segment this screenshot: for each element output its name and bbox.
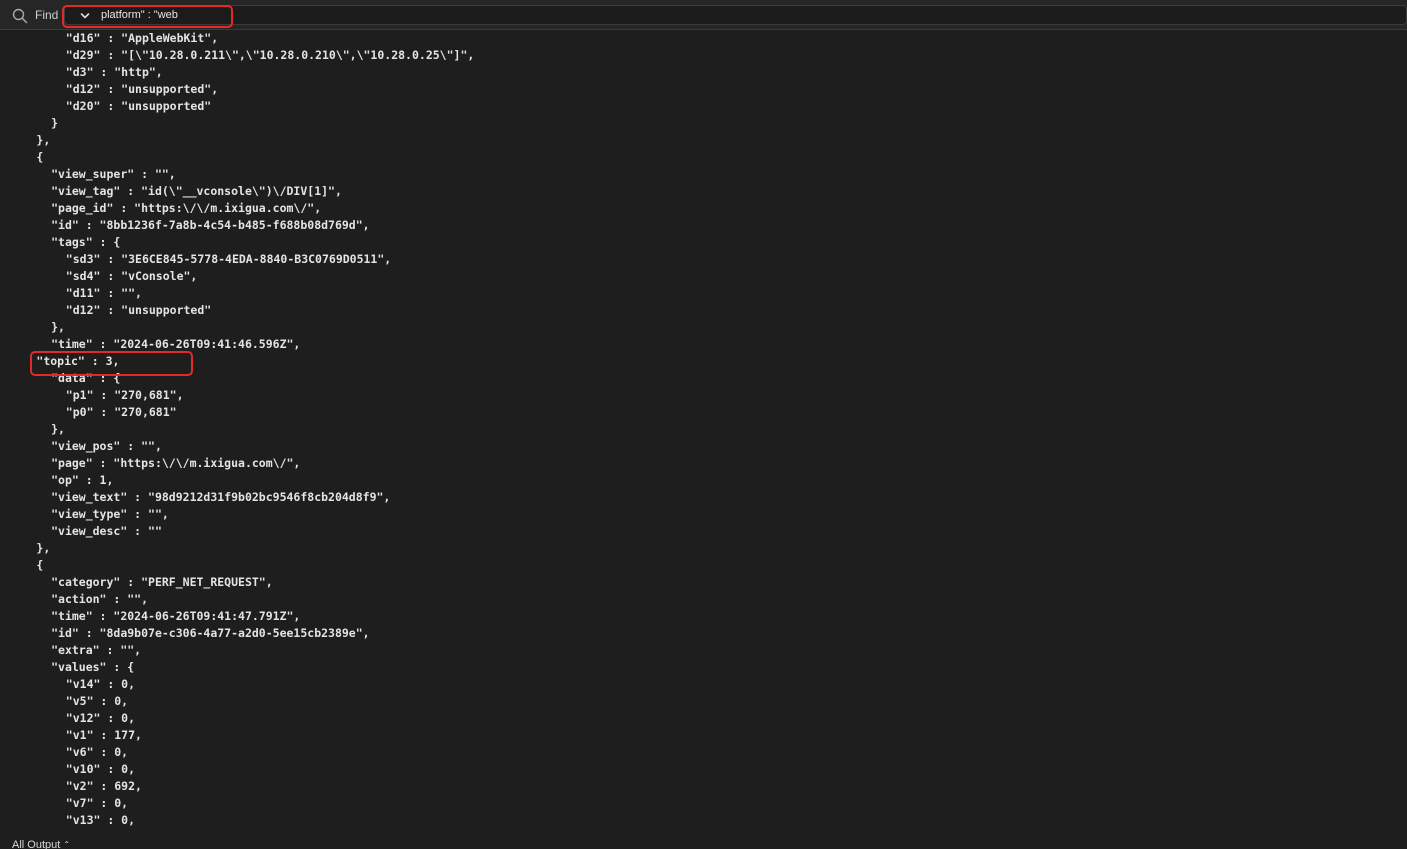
log-line: "v10" : 0, xyxy=(65,762,136,776)
log-line: "v13" : 0, xyxy=(65,813,136,827)
log-line: "v12" : 0, xyxy=(65,711,136,725)
log-line: "p1" : "270,681", xyxy=(65,388,184,402)
log-line: }, xyxy=(51,422,65,436)
find-field[interactable]: platform" : "web xyxy=(64,5,1407,25)
log-line: { xyxy=(36,558,44,572)
log-line: "topic" : 3, xyxy=(36,354,120,368)
log-line: "v5" : 0, xyxy=(65,694,129,708)
status-bar: All Output ⌃ xyxy=(0,837,1407,849)
log-line: "action" : "", xyxy=(51,592,149,606)
log-line: "d3" : "http", xyxy=(65,65,163,79)
log-line: }, xyxy=(51,320,65,334)
log-line: "d11" : "", xyxy=(65,286,142,300)
up-down-arrows-icon: ⌃ xyxy=(63,840,71,849)
log-line: }, xyxy=(36,541,51,555)
log-line: "v7" : 0, xyxy=(65,796,129,810)
log-line: } xyxy=(51,116,59,130)
output-filter-label: All Output xyxy=(12,839,61,849)
find-label: Find xyxy=(35,8,59,22)
log-line: "v6" : 0, xyxy=(65,745,129,759)
find-bar: Find platform" : "web xyxy=(0,0,1407,30)
log-line: "v2" : 692, xyxy=(65,779,142,793)
log-line: "d20" : "unsupported" xyxy=(65,99,212,113)
log-line: "page" : "https:\/\/m.ixigua.com\/", xyxy=(51,456,301,470)
log-line: "sd3" : "3E6CE845-5778-4EDA-8840-B3C0769… xyxy=(65,252,392,266)
log-line: "data" : { xyxy=(51,371,121,385)
log-line: "p0" : "270,681" xyxy=(65,405,177,419)
output-filter-select[interactable]: All Output ⌃ xyxy=(12,838,70,849)
log-line: "v1" : 177, xyxy=(65,728,142,742)
log-line: }, xyxy=(36,133,51,147)
log-line: "time" : "2024-06-26T09:41:47.791Z", xyxy=(51,609,301,623)
log-line: "view_tag" : "id(\"__vconsole\")\/DIV[1]… xyxy=(51,184,342,198)
log-line: "time" : "2024-06-26T09:41:46.596Z", xyxy=(51,337,301,351)
log-line: "values" : { xyxy=(51,660,135,674)
log-line: "view_super" : "", xyxy=(51,167,176,181)
log-line: "view_type" : "", xyxy=(51,507,169,521)
log-line: "view_desc" : "" xyxy=(51,524,162,538)
console-output[interactable]: "d16" : "AppleWebKit", "d29" : "[\"10.28.… xyxy=(0,30,1407,837)
log-line: "view_text" : "98d9212d31f9b02bc9546f8cb… xyxy=(51,490,391,504)
find-input[interactable] xyxy=(101,6,1391,24)
log-line: "tags" : { xyxy=(51,235,121,249)
log-line: "extra" : "", xyxy=(51,643,142,657)
log-line: "sd4" : "vConsole", xyxy=(65,269,198,283)
log-line: "category" : "PERF_NET_REQUEST", xyxy=(51,575,273,589)
magnifier-icon[interactable] xyxy=(12,8,28,24)
chevron-down-icon[interactable] xyxy=(79,10,91,22)
log-line: "d12" : "unsupported", xyxy=(65,82,219,96)
log-line: "id" : "8bb1236f-7a8b-4c54-b485-f688b08d… xyxy=(51,218,370,232)
log-line: "v14" : 0, xyxy=(65,677,136,691)
log-line: "view_pos" : "", xyxy=(51,439,162,453)
log-line: "id" : "8da9b07e-c306-4a77-a2d0-5ee15cb2… xyxy=(51,626,370,640)
log-line: "d16" : "AppleWebKit", xyxy=(65,31,219,45)
log-line: "op" : 1, xyxy=(51,473,114,487)
log-line: "d29" : "[\"10.28.0.211\",\"10.28.0.210\… xyxy=(65,48,475,62)
log-line: "d12" : "unsupported" xyxy=(65,303,212,317)
log-line: { xyxy=(36,150,44,164)
log-line: "page_id" : "https:\/\/m.ixigua.com\/", xyxy=(51,201,322,215)
